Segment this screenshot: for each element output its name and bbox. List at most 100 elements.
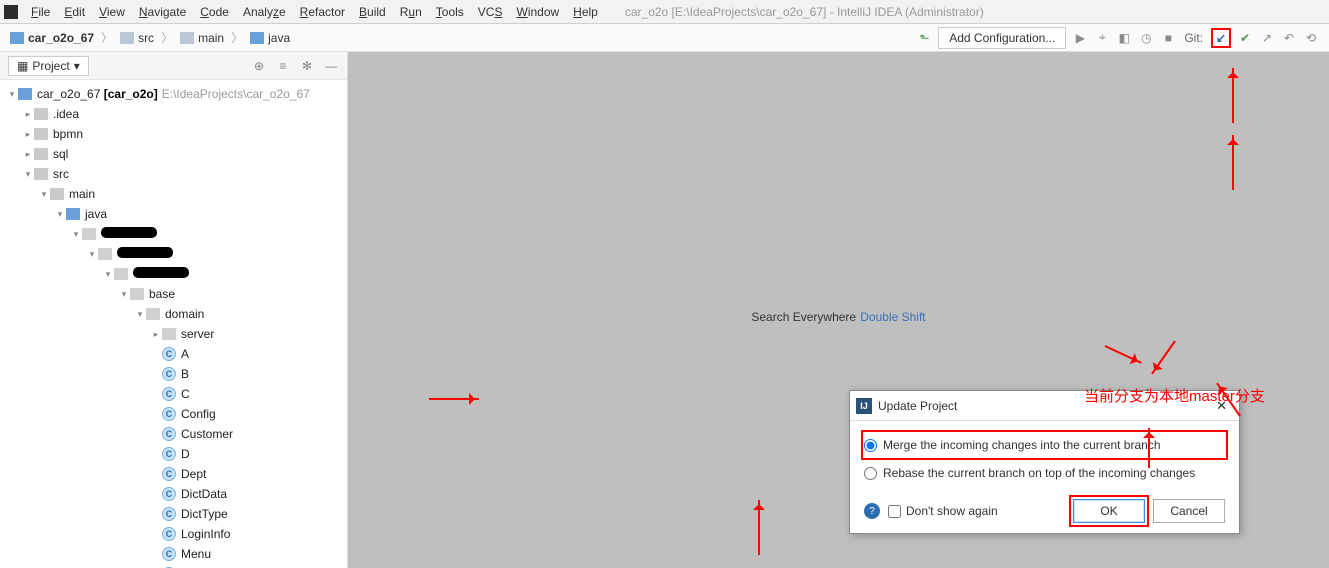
tree-node[interactable]: Notice [0, 564, 347, 568]
tree-node[interactable]: bpmn [0, 124, 347, 144]
tree-node[interactable]: src [0, 164, 347, 184]
tree-node[interactable] [0, 264, 347, 284]
class-icon [162, 487, 176, 501]
tree-node[interactable]: DictType [0, 504, 347, 524]
menu-edit[interactable]: Edit [57, 3, 92, 21]
menu-window[interactable]: Window [509, 3, 566, 21]
menu-navigate[interactable]: Navigate [132, 3, 193, 21]
menu-tools[interactable]: Tools [429, 3, 471, 21]
class-icon [162, 467, 176, 481]
tree-node[interactable]: LoginInfo [0, 524, 347, 544]
tree-node[interactable]: main [0, 184, 347, 204]
breadcrumb-item[interactable]: src [116, 31, 158, 45]
tree-node[interactable]: Menu [0, 544, 347, 564]
menu-help[interactable]: Help [566, 3, 605, 21]
hide-icon[interactable]: — [323, 58, 339, 74]
tree-node[interactable]: A [0, 344, 347, 364]
tree-node[interactable] [0, 244, 347, 264]
tree-arrow-icon[interactable] [38, 189, 50, 200]
tree-arrow-icon[interactable] [134, 309, 146, 320]
rebase-radio[interactable] [864, 467, 877, 480]
git-commit-icon[interactable]: ✔ [1237, 30, 1253, 46]
cancel-button[interactable]: Cancel [1153, 499, 1225, 523]
tree-node[interactable]: DictData [0, 484, 347, 504]
tree-node[interactable]: Dept [0, 464, 347, 484]
class-icon [162, 367, 176, 381]
class-icon [162, 527, 176, 541]
tree-node[interactable]: C [0, 384, 347, 404]
folder-icon [10, 32, 24, 44]
help-icon[interactable]: ? [864, 503, 880, 519]
dont-show-checkbox-input[interactable] [888, 505, 901, 518]
tree-node[interactable]: java [0, 204, 347, 224]
profile-icon[interactable]: ◷ [1138, 30, 1154, 46]
run-configuration-dropdown[interactable]: Add Configuration... [938, 27, 1066, 49]
breadcrumb-item[interactable]: main [176, 31, 228, 45]
menu-bar: File Edit View Navigate Code Analyze Ref… [0, 0, 1329, 24]
run-icon[interactable]: ▶ [1072, 30, 1088, 46]
folder-icon [130, 288, 144, 300]
expand-all-icon[interactable]: ≡ [275, 58, 291, 74]
tree-arrow-icon[interactable] [6, 89, 18, 100]
coverage-icon[interactable]: ◧ [1116, 30, 1132, 46]
stop-icon[interactable]: ■ [1160, 30, 1176, 46]
tree-arrow-icon[interactable] [118, 289, 130, 300]
revert-icon[interactable]: ⟲ [1303, 30, 1319, 46]
tree-arrow-icon[interactable] [22, 129, 34, 140]
breadcrumb: car_o2o_67 〉 src 〉 main 〉 java [0, 29, 916, 46]
folder-icon [82, 228, 96, 240]
tree-node-label: Customer [181, 427, 233, 441]
tree-arrow-icon[interactable] [86, 249, 98, 260]
tree-node[interactable]: .idea [0, 104, 347, 124]
tree-arrow-icon[interactable] [22, 149, 34, 160]
menu-build[interactable]: Build [352, 3, 393, 21]
menu-view[interactable]: View [92, 3, 132, 21]
tree-arrow-icon[interactable] [54, 209, 66, 220]
git-update-button[interactable]: ↙ [1211, 28, 1231, 48]
menu-file[interactable]: File [24, 3, 57, 21]
tree-node-label: src [53, 167, 69, 181]
project-tree[interactable]: car_o2o_67 [car_o2o]E:\IdeaProjects\car_… [0, 80, 347, 568]
menu-refactor[interactable]: Refactor [293, 3, 352, 21]
tree-node-label: base [149, 287, 175, 301]
search-everywhere-hint: Search Everywhere Double Shift [751, 308, 925, 325]
tree-node[interactable]: B [0, 364, 347, 384]
merge-option[interactable]: Merge the incoming changes into the curr… [864, 433, 1225, 457]
git-push-icon[interactable]: ↗ [1259, 30, 1275, 46]
debug-icon[interactable]: ⌖ [1094, 30, 1110, 46]
history-icon[interactable]: ↶ [1281, 30, 1297, 46]
tree-node[interactable] [0, 224, 347, 244]
rebase-option-label: Rebase the current branch on top of the … [883, 466, 1195, 480]
tree-node[interactable]: car_o2o_67 [car_o2o]E:\IdeaProjects\car_… [0, 84, 347, 104]
tree-node[interactable]: Customer [0, 424, 347, 444]
tree-arrow-icon[interactable] [22, 109, 34, 120]
dont-show-again-checkbox[interactable]: Don't show again [888, 504, 998, 518]
tree-arrow-icon[interactable] [102, 269, 114, 280]
menu-vcs[interactable]: VCS [471, 3, 510, 21]
menu-run[interactable]: Run [393, 3, 429, 21]
breadcrumb-item[interactable]: java [246, 31, 294, 45]
ok-button[interactable]: OK [1073, 499, 1145, 523]
gear-icon[interactable]: ✻ [299, 58, 315, 74]
select-opened-file-icon[interactable]: ⊕ [251, 58, 267, 74]
tree-node[interactable]: base [0, 284, 347, 304]
tree-node[interactable]: domain [0, 304, 347, 324]
tree-node[interactable]: server [0, 324, 347, 344]
tree-node[interactable]: D [0, 444, 347, 464]
breadcrumb-item[interactable]: car_o2o_67 [6, 31, 98, 45]
hammer-icon[interactable]: ⬑ [916, 30, 932, 46]
menu-analyze[interactable]: Analyze [236, 3, 293, 21]
merge-radio[interactable] [864, 439, 877, 452]
tree-node[interactable]: sql [0, 144, 347, 164]
rebase-option[interactable]: Rebase the current branch on top of the … [864, 461, 1225, 485]
class-icon [162, 447, 176, 461]
class-icon [162, 507, 176, 521]
project-view-selector[interactable]: ▦ Project ▾ [8, 56, 89, 76]
main-area: ▦ Project ▾ ⊕ ≡ ✻ — car_o2o_67 [car_o2o]… [0, 52, 1329, 568]
tree-node[interactable]: Config [0, 404, 347, 424]
tree-node-label: LoginInfo [181, 527, 230, 541]
tree-arrow-icon[interactable] [22, 169, 34, 180]
tree-arrow-icon[interactable] [70, 229, 82, 240]
menu-code[interactable]: Code [193, 3, 236, 21]
tree-arrow-icon[interactable] [150, 329, 162, 340]
